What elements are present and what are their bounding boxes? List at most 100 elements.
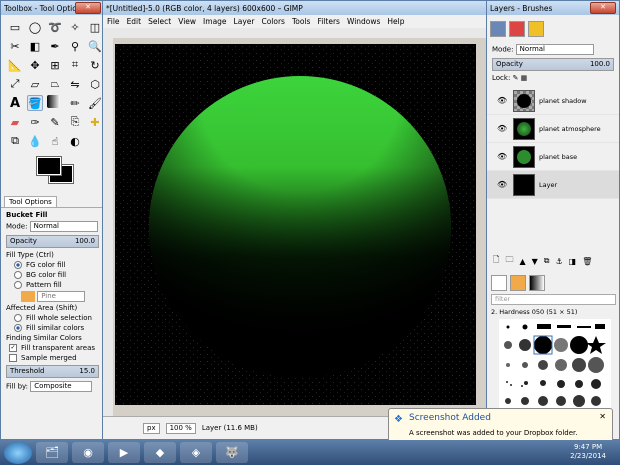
blur-tool-icon[interactable]: 💧 [27,133,43,149]
close-icon[interactable]: ✕ [590,2,616,14]
menu-filters[interactable]: Filters [317,17,339,26]
image-titlebar[interactable]: *[Untitled]-5.0 (RGB color, 4 layers) 60… [103,1,486,15]
eye-icon[interactable]: 👁 [497,96,509,105]
anchor-layer-icon[interactable]: ⚓ [555,257,562,266]
fill-bg-option[interactable]: BG color fill [1,270,104,280]
layer-opacity-slider[interactable]: Opacity 100.0 [492,58,614,71]
toolbox-titlebar[interactable]: Toolbox - Tool Options ✕ [1,1,104,15]
fill-by-select[interactable]: Composite [30,381,93,392]
layer-group-icon[interactable]: 🗀 [505,254,513,268]
eye-icon[interactable]: 👁 [497,152,509,161]
move-tool-icon[interactable]: ✥ [27,57,43,73]
horizontal-ruler[interactable] [103,28,486,38]
lower-layer-icon[interactable]: ▼ [532,257,538,266]
lock-pixels-icon[interactable]: ✎ [513,74,519,82]
clock[interactable]: 9:47 PM 2/23/2014 [570,443,606,461]
bucket-fill-tool-icon[interactable]: 🪣 [27,95,43,111]
measure-tool-icon[interactable]: 📐 [7,57,23,73]
flip-tool-icon[interactable]: ⇋ [67,76,83,92]
sample-merged-option[interactable]: Sample merged [1,353,104,363]
menu-help[interactable]: Help [387,17,404,26]
eraser-tool-icon[interactable]: ▰ [7,114,23,130]
fill-similar-option[interactable]: Fill similar colors [1,323,104,333]
lock-alpha-icon[interactable]: ▦ [521,74,528,82]
layer-mask-icon[interactable]: ◨ [569,257,577,266]
zoom-tool-icon[interactable]: 🔍 [87,38,103,54]
rotate-tool-icon[interactable]: ↻ [87,57,103,73]
color-picker-tool-icon[interactable]: ⚲ [67,38,83,54]
brush-tab-icon[interactable] [491,275,507,291]
menu-image[interactable]: Image [203,17,227,26]
menu-file[interactable]: File [107,17,120,26]
cage-tool-icon[interactable]: ⬡ [87,76,103,92]
scale-tool-icon[interactable]: ⤢ [7,76,23,92]
close-icon[interactable]: ✕ [599,412,606,421]
airbrush-tool-icon[interactable]: ✑ [27,114,43,130]
crop-tool-icon[interactable]: ⌗ [67,57,83,73]
radio-icon[interactable] [14,261,22,269]
layer-row[interactable]: 👁 Layer [487,171,619,199]
close-icon[interactable]: ✕ [75,2,101,14]
blend-tool-icon[interactable] [47,95,60,108]
eye-icon[interactable]: 👁 [497,180,509,189]
menu-colors[interactable]: Colors [261,17,285,26]
gimp-icon[interactable]: 🐺 [216,442,248,463]
paths-tool-icon[interactable]: ✒ [47,38,63,54]
shear-tool-icon[interactable]: ▱ [27,76,43,92]
start-button[interactable] [4,441,32,464]
gradient-tab-icon[interactable] [529,275,545,291]
ellipse-select-tool-icon[interactable]: ◯ [27,19,43,35]
radio-icon[interactable] [14,281,22,289]
ink-tool-icon[interactable]: ✎ [47,114,63,130]
image-canvas[interactable] [115,44,476,405]
game-icon[interactable]: ◈ [180,442,212,463]
menu-view[interactable]: View [178,17,196,26]
pattern-preview[interactable] [21,291,35,302]
checkbox-checked-icon[interactable]: ✓ [9,344,17,352]
tab-tool-options[interactable]: Tool Options [4,196,57,207]
layer-mode-select[interactable]: Normal [515,44,594,55]
eye-icon[interactable]: 👁 [497,124,509,133]
clone-tool-icon[interactable]: ⎘ [67,114,83,130]
duplicate-layer-icon[interactable]: ⧉ [544,256,550,266]
rect-select-tool-icon[interactable]: ▭ [7,19,23,35]
fill-pattern-option[interactable]: Pattern fill [1,280,104,290]
foreground-select-tool-icon[interactable]: ◧ [27,38,43,54]
unit-select[interactable]: px [143,422,160,434]
paths-tab-icon[interactable] [528,21,544,37]
color-select-tool-icon[interactable]: ◫ [87,19,103,35]
menu-edit[interactable]: Edit [127,17,142,26]
chrome-icon[interactable]: ◉ [72,442,104,463]
pattern-tab-icon[interactable] [510,275,526,291]
menu-select[interactable]: Select [148,17,171,26]
vertical-ruler[interactable] [103,38,113,416]
scissors-tool-icon[interactable]: ✂ [7,38,23,54]
layers-tab-icon[interactable] [490,21,506,37]
radio-icon[interactable] [14,324,22,332]
media-player-icon[interactable]: ▶ [108,442,140,463]
layer-row[interactable]: 👁 planet base [487,143,619,171]
menu-layer[interactable]: Layer [234,17,255,26]
checkbox-icon[interactable] [9,354,17,362]
raise-layer-icon[interactable]: ▲ [519,257,525,266]
text-tool-icon[interactable]: A [7,95,23,111]
dropbox-notification[interactable]: ❖ Screenshot Added ✕ A screenshot was ad… [388,408,613,444]
channels-tab-icon[interactable] [509,21,525,37]
heal-tool-icon[interactable]: ✚ [87,114,103,130]
perspective-tool-icon[interactable]: ⏢ [47,76,63,92]
layer-row[interactable]: 👁 planet shadow [487,87,619,115]
paintbrush-tool-icon[interactable]: 🖌 [87,95,103,111]
pencil-tool-icon[interactable]: ✏ [67,95,83,111]
pattern-name[interactable]: Pine [37,291,86,302]
radio-icon[interactable] [14,271,22,279]
radio-icon[interactable] [14,314,22,322]
delete-layer-icon[interactable]: 🗑 [582,257,592,266]
explorer-icon[interactable]: 🗂 [36,442,68,463]
align-tool-icon[interactable]: ⊞ [47,57,63,73]
zoom-select[interactable]: 100 % [165,422,196,434]
brush-filter-input[interactable]: filter [491,294,616,305]
free-select-tool-icon[interactable]: ➰ [47,19,63,35]
fill-transparent-option[interactable]: ✓ Fill transparent areas [1,343,104,353]
layer-row[interactable]: 👁 planet atmosphere [487,115,619,143]
new-layer-icon[interactable]: 🗋 [493,254,499,268]
